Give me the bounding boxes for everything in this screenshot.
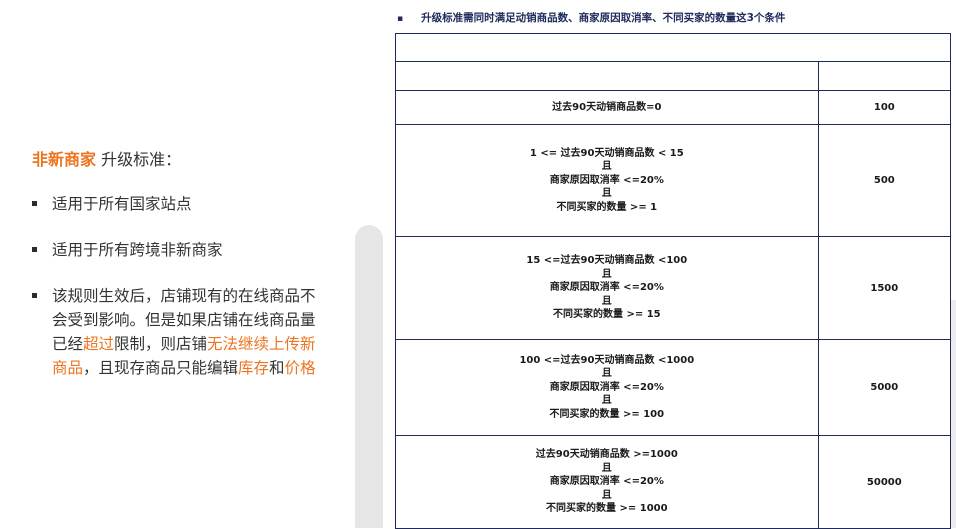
bullet-list: 适用于所有国家站点 适用于所有跨境非新商家 该规则生效后，店铺现有的在线商品不会… — [32, 192, 322, 380]
bullet-item: 适用于所有国家站点 — [32, 192, 322, 216]
condition-line: 1 <= 过去90天动销商品数 < 15 — [529, 147, 684, 159]
column-header-max: 最高在线商品数 — [817, 61, 952, 91]
condition-line: 且 — [601, 188, 612, 200]
section-heading: 非新商家 升级标准： — [32, 146, 181, 170]
condition-line: 商家原因取消率 <=20% — [549, 174, 664, 186]
max-cell: 1500 — [817, 236, 952, 340]
heading-highlight: 非新商家 — [32, 150, 97, 169]
condition-line: 且 — [601, 368, 612, 380]
condition-line: 过去90天动销商品数=0 — [552, 101, 662, 113]
condition-cell: 过去90天动销商品数 >=1000 且商家原因取消率 <=20% 且不同买家的数量 … — [395, 435, 819, 529]
condition-line: 商家原因取消率 <=20% — [549, 476, 664, 488]
upgrade-rules-table: 入驻平台天数＞90天的商家 （非新商家） 商品数升级 - 判断标准 最高在线商品… — [395, 33, 952, 529]
table-title-row: 入驻平台天数＞90天的商家 （非新商家） — [395, 33, 951, 62]
table-row: 过去90天动销商品数 >=1000 且商家原因取消率 <=20% 且不同买家的数量 … — [395, 435, 952, 529]
condition-line: 不同买家的数量 >= 100 — [549, 408, 665, 420]
table-row: 过去90天动销商品数=0 100 — [395, 90, 952, 125]
rule-text: 限制，则店铺 — [114, 335, 208, 353]
condition-cell: 100 <=过去90天动销商品数 <1000 且商家原因取消率 <=20% 且不同买… — [395, 339, 819, 436]
bullet-item-rule: 该规则生效后，店铺现有的在线商品不会受到影响。但是如果店铺在线商品量已经超过限制… — [32, 284, 322, 380]
bullet-item: 适用于所有跨境非新商家 — [32, 238, 322, 262]
table-row: 100 <=过去90天动销商品数 <1000 且商家原因取消率 <=20% 且不同买… — [395, 339, 952, 436]
rule-highlight: 库存 — [238, 359, 270, 377]
condition-line: 且 — [601, 268, 612, 280]
table-row: 15 <=过去90天动销商品数 <100 且商家原因取消率 <=20% 且不同买家的… — [395, 236, 952, 340]
condition-line: 不同买家的数量 >= 1 — [556, 201, 658, 213]
table-header-row: 商品数升级 - 判断标准 最高在线商品数 — [395, 61, 952, 91]
max-cell: 50000 — [817, 435, 952, 529]
rule-text: 和 — [269, 359, 285, 377]
max-cell: 500 — [817, 124, 952, 237]
rule-highlight: 超过 — [83, 335, 115, 353]
column-header-condition: 商品数升级 - 判断标准 — [395, 61, 819, 91]
max-cell: 5000 — [817, 339, 952, 436]
condition-line: 不同买家的数量 >= 15 — [552, 309, 661, 321]
condition-line: 商家原因取消率 <=20% — [549, 381, 664, 393]
rule-text: ，且现存商品只能编辑 — [83, 359, 239, 377]
condition-line: 且 — [601, 295, 612, 307]
condition-cell: 15 <=过去90天动销商品数 <100 且商家原因取消率 <=20% 且不同买家的… — [395, 236, 819, 340]
condition-line: 且 — [601, 489, 612, 501]
condition-line: 且 — [601, 395, 612, 407]
condition-line: 商家原因取消率 <=20% — [549, 282, 664, 294]
condition-line: 15 <=过去90天动销商品数 <100 — [526, 255, 688, 267]
heading-text: 升级标准： — [96, 150, 182, 169]
condition-line: 且 — [601, 462, 612, 474]
table-row: 1 <= 过去90天动销商品数 < 15 且商家原因取消率 <=20% 且不同买家的… — [395, 124, 952, 237]
decorative-band — [355, 225, 383, 528]
condition-cell: 1 <= 过去90天动销商品数 < 15 且商家原因取消率 <=20% 且不同买家的… — [395, 124, 819, 237]
table-title: 入驻平台天数＞90天的商家 （非新商家） — [395, 33, 951, 62]
condition-line: 过去90天动销商品数 >=1000 — [535, 449, 678, 461]
condition-line: 且 — [601, 161, 612, 173]
condition-line: 100 <=过去90天动销商品数 <1000 — [519, 354, 695, 366]
table-note: 升级标准需同时满足动销商品数、商家原因取消率、不同买家的数量这3个条件 — [397, 10, 785, 25]
condition-cell: 过去90天动销商品数=0 — [395, 90, 819, 125]
max-cell: 100 — [817, 90, 952, 125]
rule-highlight: 价格 — [284, 359, 316, 377]
condition-line: 不同买家的数量 >= 1000 — [546, 503, 668, 515]
